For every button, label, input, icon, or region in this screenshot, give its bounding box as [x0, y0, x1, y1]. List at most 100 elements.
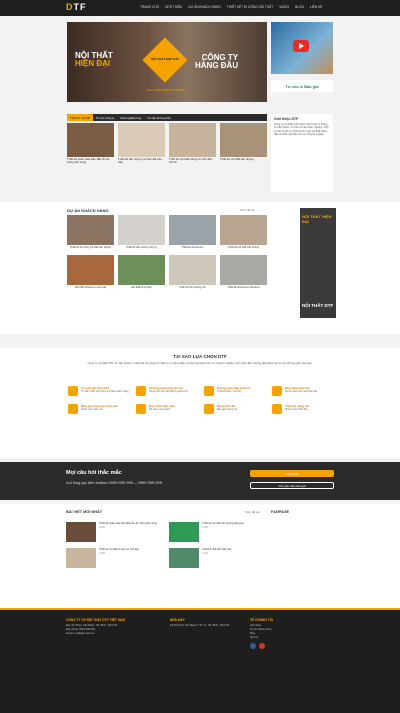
news-image[interactable]: [67, 123, 114, 157]
why-item-desc: Chúng tôi cam kết không phát sinh: [149, 390, 188, 393]
list-item: Không giới hạn thiết kế Thiết kế theo ý t…: [204, 386, 268, 396]
why-item-desc: Bàn giao đúng hẹn: [217, 408, 238, 411]
list-item[interactable]: Thiết kế quán cafe kiểu Bắc Âu ấn tượng …: [66, 522, 163, 542]
project-title[interactable]: Nội thất showroom cao cấp: [67, 286, 114, 289]
project-title[interactable]: Thiết kế showroom Dentium: [220, 286, 267, 289]
post-image[interactable]: [169, 548, 199, 568]
faq-hotline: Vui lòng gọi đến hotline 0999.999.999 – …: [66, 480, 162, 485]
list-item[interactable]: Thiết kế nội thất văn phòng sáng tạo 14/0…: [169, 522, 266, 542]
list-item[interactable]: Thiết kế văn phòng công ty: [118, 215, 165, 249]
latest-title: Bài viết mới nhất: [66, 510, 103, 514]
idea-icon: [272, 404, 282, 414]
projects-more-link[interactable]: Xem tất cả: [240, 208, 254, 212]
post-title[interactable]: Thiết kế quán cafe kiểu Bắc Âu ấn tượng …: [99, 522, 157, 525]
news-title[interactable]: Thiết kế căn chung cư hiện đại cao cấp: [118, 157, 165, 165]
project-image[interactable]: [220, 215, 267, 245]
nav-design[interactable]: Thiết kế thi công nội thất: [227, 5, 273, 9]
post-date: 12/01: [202, 552, 209, 556]
nav-blog[interactable]: Blog: [295, 5, 304, 9]
project-title[interactable]: Nội thất trung tâm: [118, 286, 165, 289]
project-image[interactable]: [169, 255, 216, 286]
list-item[interactable]: Thiết kế căn chung cư hiện đại cao cấp: [118, 123, 165, 165]
news-title[interactable]: Thiết kế quán cafe kiểu Bắc Âu ấn tượng …: [67, 157, 114, 165]
ad-brand: NỘI THẤT DTF: [302, 303, 334, 308]
list-item: Bảo hành dài hạn Chính sách bảo hành lâu …: [272, 386, 336, 396]
project-title[interactable]: Thiết kế nội thất văn phòng: [220, 246, 267, 249]
list-item[interactable]: Thiết kế nội thất chung cư nhỏ đẹp tinh …: [169, 123, 216, 165]
post-image[interactable]: [169, 522, 199, 542]
list-item[interactable]: Thiết kế nhà phố hiện đại 12/01: [169, 548, 266, 568]
tab-company[interactable]: Tin tức công ty: [93, 114, 117, 121]
list-item[interactable]: Thiết kế nội thất văn phòng: [220, 123, 267, 165]
list-item[interactable]: Thiết kế quán cafe kiểu Bắc Âu ấn tượng …: [67, 123, 114, 165]
footer-about-title: Về chúng tôi: [250, 618, 274, 622]
project-image[interactable]: [67, 215, 114, 245]
project-title[interactable]: Thiết kế văn phòng mở: [169, 286, 216, 289]
send-email-button[interactable]: Gửi email: [250, 470, 334, 477]
list-item[interactable]: Thiết kế showroom Dentium: [220, 255, 267, 289]
footer-link[interactable]: Liên hệ: [250, 636, 334, 640]
footer-email[interactable]: Email: email@gmail.com: [66, 632, 154, 636]
list-item[interactable]: Thiết kế nội thất văn phòng: [220, 215, 267, 249]
news-image[interactable]: [220, 123, 267, 157]
why-title: Tại sao lựa chọn DTF: [173, 354, 227, 359]
nav-about[interactable]: Giới thiệu: [165, 5, 182, 9]
post-image[interactable]: [66, 522, 96, 542]
sidebar-ad[interactable]: NỘI THẤT HIỆN ĐẠI NỘI THẤT DTF: [300, 208, 336, 318]
why-item-desc: Rõ ràng minh bạch: [149, 408, 171, 411]
play-icon[interactable]: [293, 40, 309, 52]
list-item[interactable]: Thiết kế văn phòng mở: [169, 255, 216, 289]
post-title[interactable]: Thiết kế nội thất văn phòng sáng tạo: [202, 522, 244, 525]
list-item[interactable]: Nội thất showroom cao cấp: [67, 255, 114, 289]
news-image[interactable]: [169, 123, 216, 157]
advise-button[interactable]: Tư vấn & Báo giá: [271, 80, 333, 92]
facebook-icon[interactable]: [250, 643, 256, 649]
news-title[interactable]: Thiết kế nội thất văn phòng: [220, 157, 267, 161]
fanpage-title: Fanpage: [271, 510, 290, 514]
nav-home[interactable]: Trang chủ: [140, 5, 159, 9]
tab-fengshui[interactable]: Tư vấn phong thủy: [144, 114, 174, 121]
tab-experience[interactable]: Kinh nghiệm hay: [117, 114, 144, 121]
project-image[interactable]: [118, 215, 165, 245]
nav-contact[interactable]: Liên hệ: [310, 5, 322, 9]
list-item: Bảo giá Concept miễn phí Hoàn toàn miễn p…: [68, 404, 132, 414]
list-item: Tư vấn tận tâm 24/7 Tư vấn nhiệt tình the…: [68, 386, 132, 396]
project-title[interactable]: Thiết kế văn phòng công ty: [118, 246, 165, 249]
project-image[interactable]: [67, 255, 114, 286]
project-image[interactable]: [169, 215, 216, 245]
latest-grid: Thiết kế quán cafe kiểu Bắc Âu ấn tượng …: [66, 522, 266, 568]
post-image[interactable]: [66, 548, 96, 568]
list-item: Đúng tiến độ Bàn giao đúng hẹn: [204, 404, 268, 414]
project-image[interactable]: [118, 255, 165, 286]
site-logo[interactable]: DTF: [66, 2, 87, 12]
banner-right-line2: HÀNG ĐẦU: [195, 61, 239, 70]
post-title[interactable]: Thiết kế nội thất chung cư nhỏ đẹp: [99, 548, 139, 551]
video-thumbnail[interactable]: [271, 22, 333, 74]
youtube-icon[interactable]: [259, 643, 265, 649]
post-title[interactable]: Thiết kế nhà phố hiện đại: [202, 548, 231, 551]
hero-banner[interactable]: NỘI THẤT HIỆN ĐẠI NỘI THẤT ĐẸP DTF CÔNG T…: [67, 22, 267, 102]
news-title[interactable]: Thiết kế nội thất chung cư nhỏ đẹp tinh …: [169, 157, 216, 165]
list-item[interactable]: Nội thất trung tâm: [118, 255, 165, 289]
nav-projects[interactable]: Dự án khách hàng: [188, 5, 220, 9]
intro-text: Công ty cổ phần DTF được thành lập từ th…: [274, 123, 329, 137]
request-quote-button[interactable]: Gửi yêu cầu báo giá: [250, 482, 334, 489]
list-item[interactable]: Thiết kế thi công nội thất văn phòng: [67, 215, 114, 249]
projects-grid: Thiết kế thi công nội thất văn phòng Thi…: [67, 215, 267, 289]
list-item[interactable]: Thiết kế nội thất chung cư nhỏ đẹp 13/01: [66, 548, 163, 568]
project-title[interactable]: Thiết kế thi công nội thất văn phòng: [67, 246, 114, 249]
clock-icon: [204, 404, 214, 414]
why-item-desc: Thiết kế theo ý tưởng: [217, 390, 241, 393]
project-title[interactable]: Thiết kế showroom: [169, 246, 216, 249]
list-item[interactable]: Thiết kế showroom: [169, 215, 216, 249]
footer-about: Về chúng tôi Giới thiệu Dự án khách hàng…: [250, 618, 334, 649]
banner-left-text: NỘI THẤT HIỆN ĐẠI: [75, 52, 113, 68]
post-date: 13/01: [99, 552, 106, 556]
footer-company-title: Công ty CP Nội thất DTF Việt Nam: [66, 618, 125, 622]
project-image[interactable]: [220, 255, 267, 286]
latest-more-link[interactable]: Xem tất cả: [245, 510, 259, 514]
news-image[interactable]: [118, 123, 165, 157]
tab-interior[interactable]: Thiết kế nội thất: [67, 114, 93, 121]
nav-video[interactable]: Video: [279, 5, 289, 9]
projects-title: Dự án khách hàng: [67, 208, 109, 213]
